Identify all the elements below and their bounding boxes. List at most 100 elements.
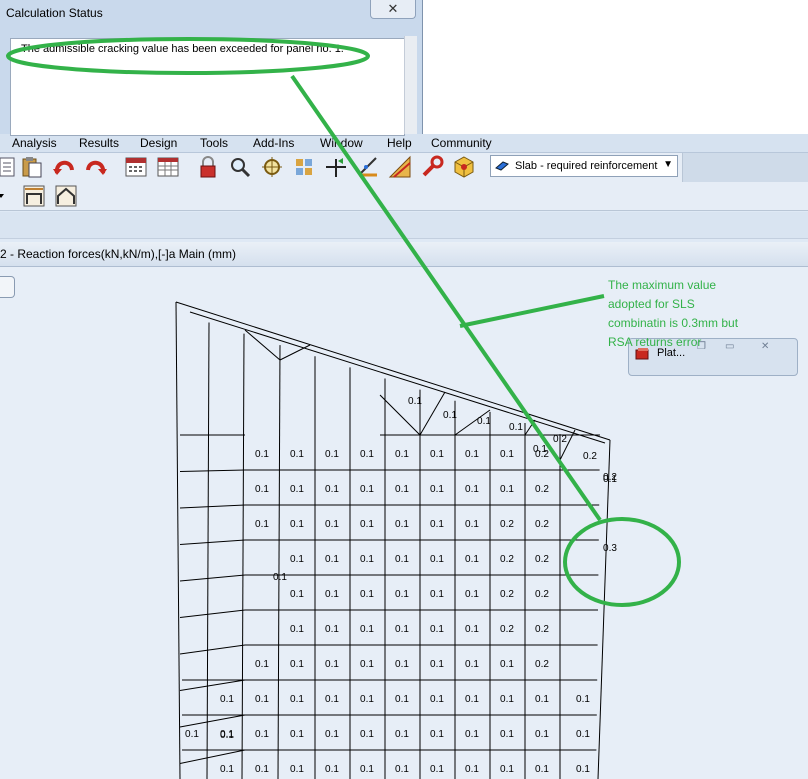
result-value: 0.1	[395, 519, 409, 530]
document-icon[interactable]	[0, 155, 18, 179]
annotation-line: The maximum value	[608, 278, 717, 292]
result-value: 0.1	[430, 729, 444, 740]
view-button[interactable]	[0, 276, 15, 298]
toolbar-strip	[0, 212, 808, 239]
mesh-line	[241, 333, 245, 779]
result-value: 0.1	[360, 519, 374, 530]
result-value: 0.2	[553, 434, 567, 445]
mesh-line	[524, 419, 536, 436]
result-value: 0.1	[360, 589, 374, 600]
result-value: 0.1	[430, 449, 444, 460]
chart-icon[interactable]	[388, 155, 412, 179]
result-value: 0.1	[430, 764, 444, 775]
secondary-toolbar	[0, 182, 808, 211]
result-value: 0.1	[255, 449, 269, 460]
result-value: 0.1	[465, 729, 479, 740]
menu-results[interactable]: Results	[79, 134, 119, 152]
result-value: 0.2	[500, 519, 514, 530]
case-select-value: Slab - required reinforcement	[515, 160, 658, 172]
result-value: 0.1	[290, 519, 304, 530]
result-value: 0.1	[255, 484, 269, 495]
menu-tools[interactable]: Tools	[200, 134, 228, 152]
mesh-line	[179, 609, 246, 618]
result-value: 0.1	[360, 764, 374, 775]
result-value: 0.2	[535, 624, 549, 635]
result-value: 0.1	[395, 554, 409, 565]
dialog-scrollbar[interactable]	[404, 36, 417, 134]
result-value: 0.1	[465, 764, 479, 775]
result-value: 0.1	[576, 694, 590, 705]
calculator-icon[interactable]	[124, 155, 148, 179]
menu-analysis[interactable]: Analysis	[12, 134, 57, 152]
result-value: 0.1	[290, 729, 304, 740]
lock-icon[interactable]	[196, 155, 220, 179]
result-value: 0.1	[325, 729, 339, 740]
slab-icon	[495, 161, 509, 171]
result-value: 0.1	[255, 694, 269, 705]
structure-icon[interactable]	[292, 155, 316, 179]
table-icon[interactable]	[156, 155, 180, 179]
desktop-background	[423, 0, 808, 134]
result-value: 0.1	[255, 659, 269, 670]
result-value: 0.1	[535, 729, 549, 740]
menu-help[interactable]: Help	[387, 134, 412, 152]
paste-icon[interactable]	[20, 155, 44, 179]
view-title-bar: 2 - Reaction forces(kN,kN/m),[-]a Main (…	[0, 242, 808, 267]
wrench-icon[interactable]	[420, 155, 444, 179]
redo-icon[interactable]	[84, 155, 108, 179]
result-value-max: 0.3	[603, 543, 617, 554]
cube-icon[interactable]	[452, 155, 476, 179]
result-value-large: 0.1	[220, 730, 234, 741]
result-value: 0.1	[185, 729, 199, 740]
result-value: 0.1	[395, 764, 409, 775]
result-value: 0.2	[535, 519, 549, 530]
mesh-line	[179, 539, 246, 545]
result-value: 0.1	[395, 729, 409, 740]
result-value: 0.1	[290, 484, 304, 495]
close-button[interactable]: ✕	[370, 0, 416, 19]
result-value-large: 0.1	[273, 572, 287, 583]
zoom-icon[interactable]	[228, 155, 252, 179]
application-window: 0.1 0.1 0.1 0.1 0.1 0.1 0.1 0.1 0.2 0.1 0.1 0.1 0.1 0…	[0, 0, 808, 779]
frame-view-icon[interactable]	[22, 184, 46, 208]
result-value: 0.1	[395, 449, 409, 460]
result-value: 0.1	[360, 624, 374, 635]
case-select[interactable]: Slab - required reinforcement ▼	[490, 155, 678, 177]
result-value: 0.1	[290, 764, 304, 775]
result-value: 0.1	[290, 624, 304, 635]
structure-view-icon[interactable]	[54, 184, 78, 208]
dropdown-arrow-icon[interactable]	[0, 186, 8, 206]
menu-add-ins[interactable]: Add-Ins	[253, 134, 294, 152]
result-value: 0.1	[535, 764, 549, 775]
result-value: 0.1	[325, 694, 339, 705]
mesh-line	[206, 322, 210, 779]
mesh-line	[179, 574, 246, 582]
result-value: 0.1	[360, 554, 374, 565]
slab-edge-inner	[189, 311, 606, 444]
zoom-window-icon[interactable]	[260, 155, 284, 179]
result-value: 0.1	[325, 589, 339, 600]
result-value: 0.1	[395, 589, 409, 600]
result-value: 0.2	[583, 451, 597, 462]
result-value: 0.2	[535, 554, 549, 565]
result-value: 0.1	[325, 659, 339, 670]
result-value: 0.1	[430, 589, 444, 600]
menu-community[interactable]: Community	[431, 134, 492, 152]
calculation-status-dialog: Calculation Status ✕ The admissible crac…	[0, 0, 423, 136]
ruler-icon[interactable]	[356, 155, 380, 179]
slab-edge	[175, 301, 611, 441]
result-value-large: 0.1	[603, 474, 617, 485]
result-value: 0.1	[360, 694, 374, 705]
menu-design[interactable]: Design	[140, 134, 177, 152]
chevron-down-icon: ▼	[663, 159, 673, 170]
result-value: 0.1	[465, 624, 479, 635]
result-value: 0.1	[360, 484, 374, 495]
result-value: 0.1	[430, 694, 444, 705]
menu-window[interactable]: Window	[320, 134, 363, 152]
result-value: 0.2	[535, 659, 549, 670]
supports-icon[interactable]	[324, 155, 348, 179]
undo-icon[interactable]	[52, 155, 76, 179]
result-value: 0.1	[255, 519, 269, 530]
result-value: 0.1	[360, 729, 374, 740]
dialog-title: Calculation Status	[6, 6, 103, 20]
